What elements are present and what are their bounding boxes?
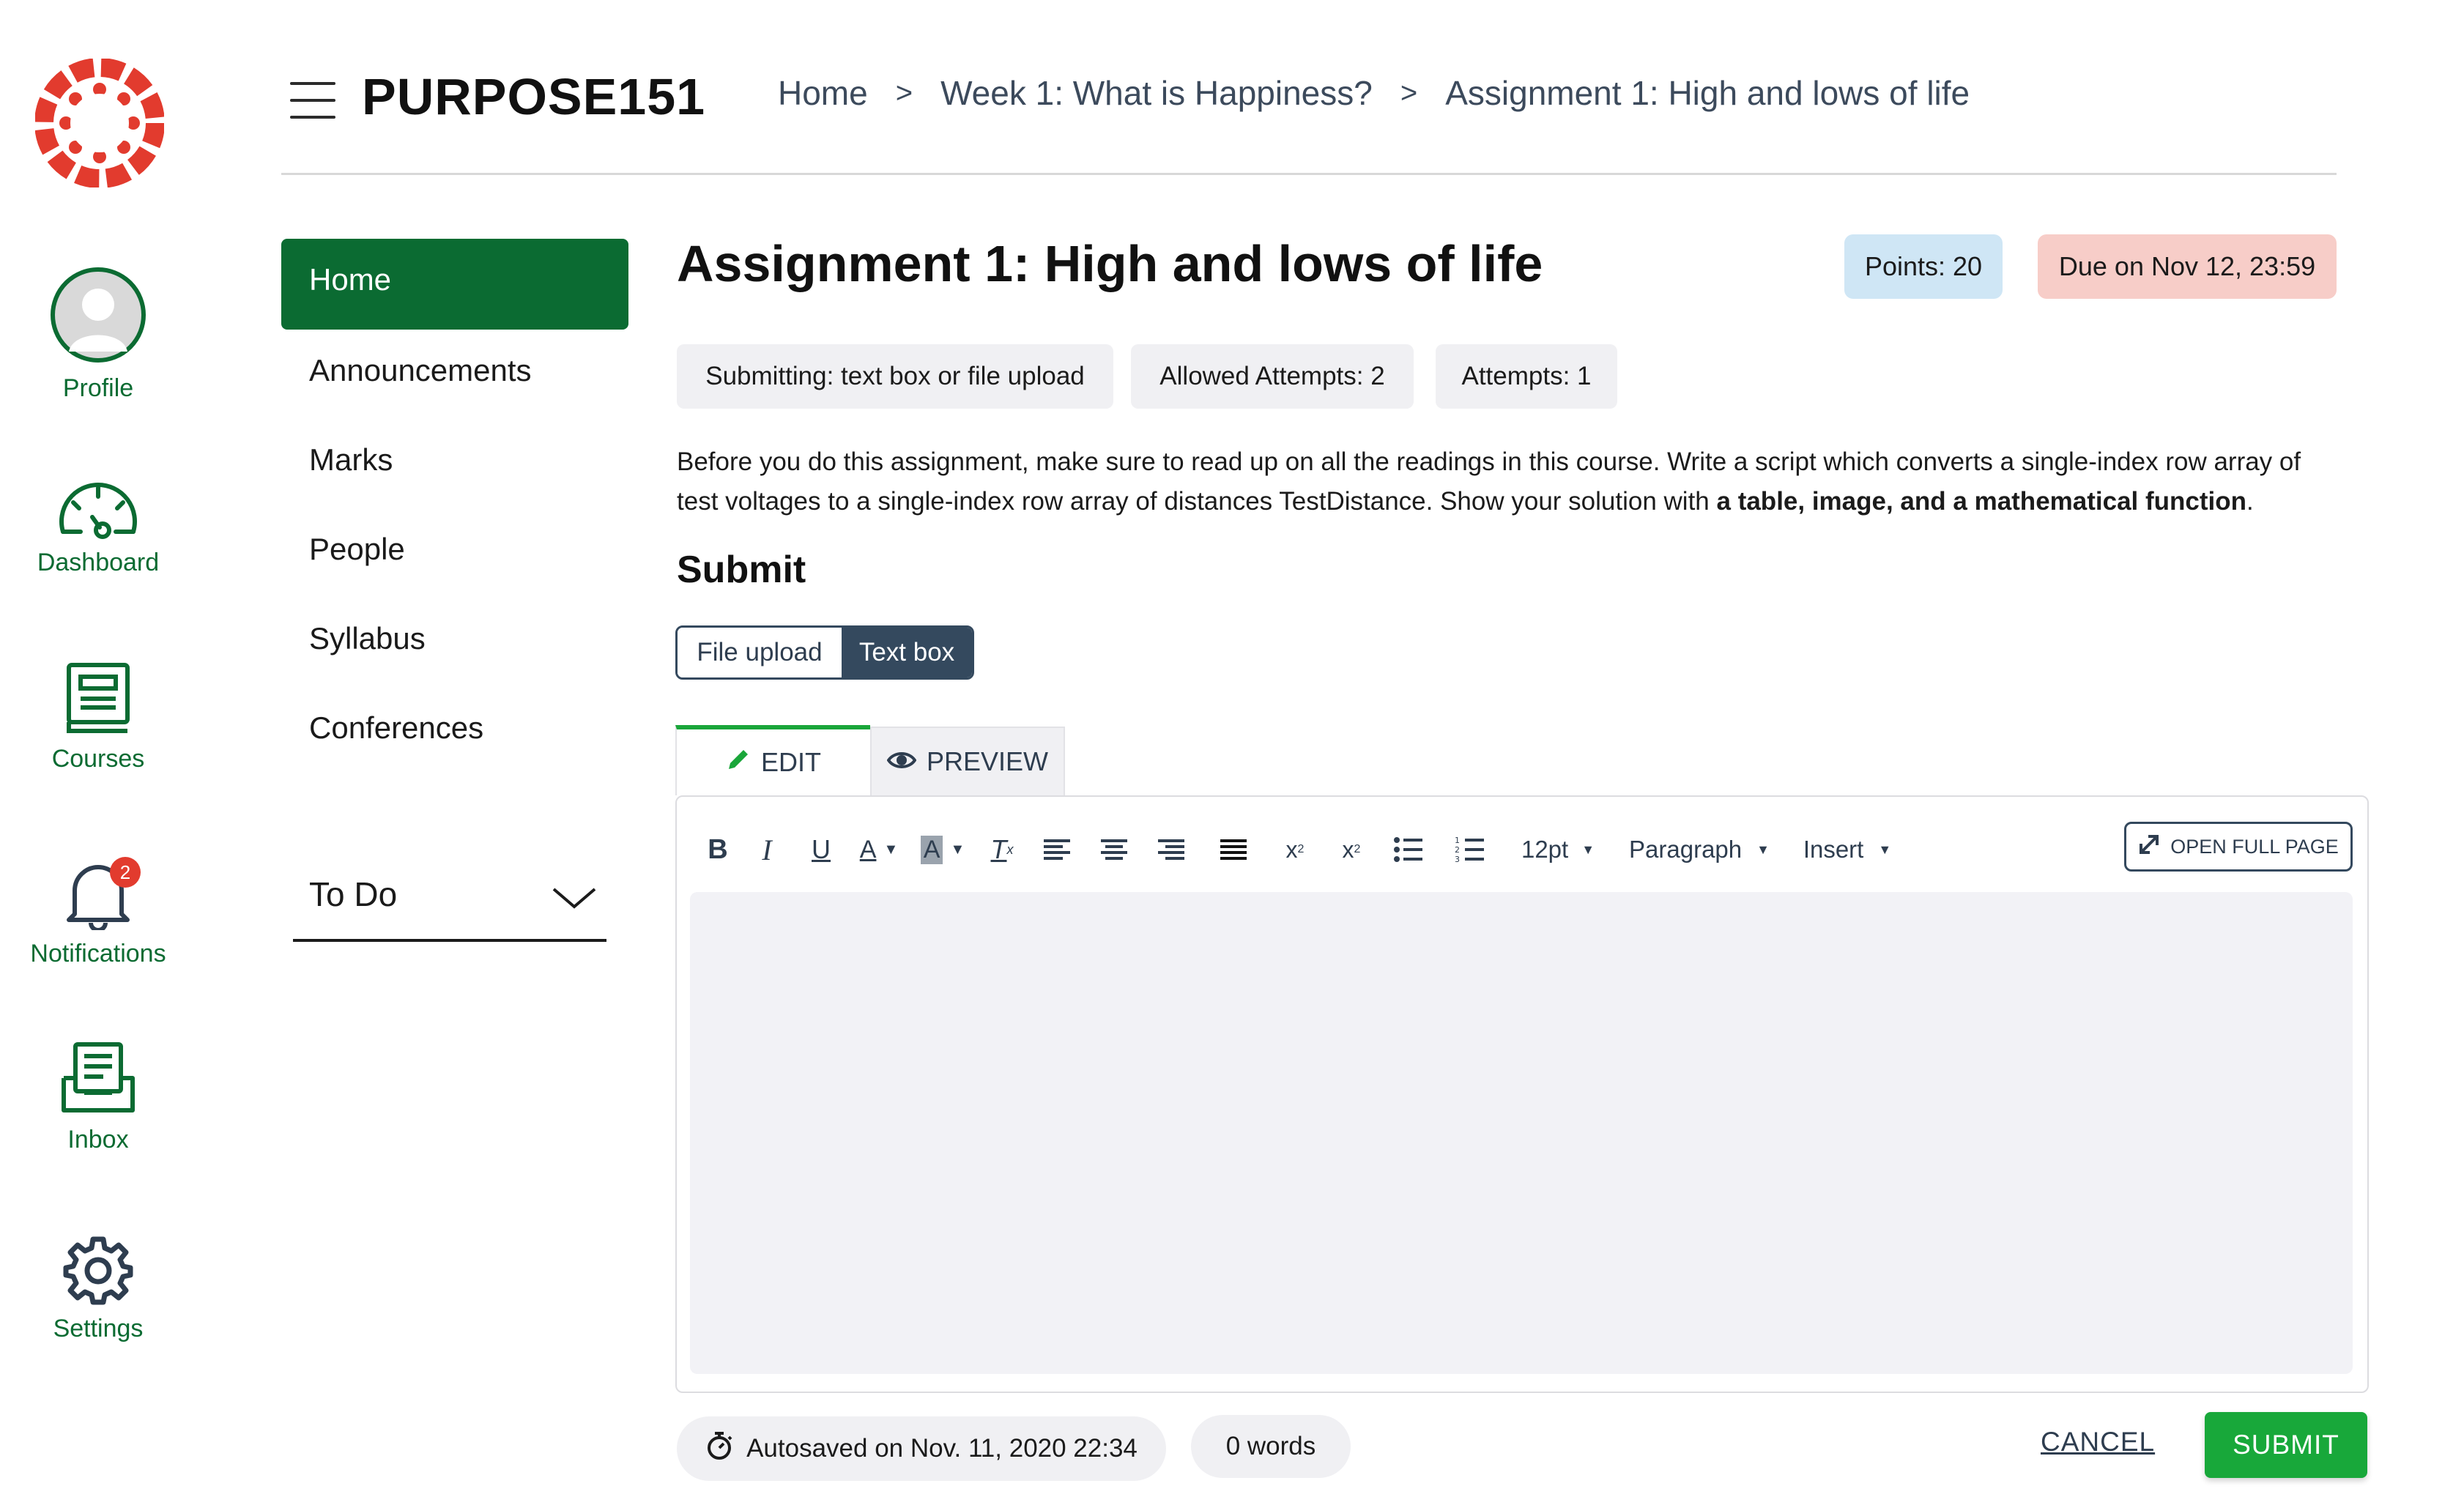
breadcrumb-separator: > (895, 76, 913, 109)
allowed-attempts-chip: Allowed Attempts: 2 (1131, 344, 1414, 409)
global-nav-label: Profile (62, 374, 134, 402)
assignment-description: Before you do this assignment, make sure… (677, 442, 2318, 521)
notification-count-badge: 2 (110, 857, 141, 888)
subscript-icon[interactable]: x2 (1323, 826, 1380, 873)
header-divider (281, 173, 2337, 175)
description-emphasis: a table, image, and a mathematical funct… (1716, 487, 2247, 516)
clear-formatting-icon[interactable]: Tx (976, 826, 1028, 873)
avatar-icon (0, 265, 196, 368)
font-size-value: 12pt (1521, 836, 1569, 863)
dashboard-gauge-icon (0, 476, 196, 543)
word-count: 0 words (1191, 1415, 1351, 1478)
editor-toolbar: B I U A ▼ A ▼ Tx x2 x2 123 12pt ▼ Paragraph… (696, 823, 2351, 876)
hamburger-menu-icon[interactable] (290, 82, 337, 119)
breadcrumb-home[interactable]: Home (778, 73, 868, 113)
book-icon (0, 662, 196, 739)
superscript-icon[interactable]: x2 (1267, 826, 1323, 873)
file-upload-option[interactable]: File upload (678, 628, 842, 677)
global-nav-label: Dashboard (37, 549, 160, 576)
course-nav-home[interactable]: Home (309, 262, 391, 297)
description-end: . (2246, 487, 2254, 516)
assignment-title: Assignment 1: High and lows of life (677, 235, 1543, 292)
course-nav-people[interactable]: People (309, 532, 405, 567)
bell-icon: 2 (0, 857, 196, 934)
course-nav-announcements[interactable]: Announcements (309, 353, 532, 388)
global-nav-label: Inbox (67, 1126, 129, 1154)
bullet-list-icon[interactable] (1380, 826, 1437, 873)
open-full-page-label: OPEN FULL PAGE (2170, 835, 2339, 858)
breadcrumb-assignment[interactable]: Assignment 1: High and lows of life (1445, 73, 1970, 113)
autosave-text: Autosaved on Nov. 11, 2020 22:34 (746, 1434, 1138, 1463)
global-nav-label: Settings (53, 1315, 144, 1342)
bold-icon[interactable]: B (696, 826, 740, 873)
attempts-chip: Attempts: 1 (1436, 344, 1617, 409)
align-left-icon[interactable] (1028, 826, 1086, 873)
insert-menu[interactable]: Insert ▼ (1786, 826, 1909, 873)
font-size-select[interactable]: 12pt ▼ (1503, 826, 1613, 873)
breadcrumb-week[interactable]: Week 1: What is Happiness? (940, 73, 1373, 113)
canvas-logo-icon[interactable] (34, 58, 165, 188)
stopwatch-icon (705, 1431, 746, 1467)
open-full-page-button[interactable]: OPEN FULL PAGE (2124, 822, 2353, 872)
gear-icon (0, 1235, 196, 1309)
pencil-icon (726, 747, 761, 779)
global-nav-inbox[interactable]: Inbox (0, 1040, 196, 1154)
todo-dropdown[interactable]: To Do (293, 869, 606, 942)
underline-icon[interactable]: U (794, 826, 848, 873)
global-nav-profile[interactable]: Profile (0, 265, 196, 403)
text-entry-area[interactable] (690, 892, 2353, 1374)
tab-edit[interactable]: EDIT (675, 725, 870, 795)
tab-edit-label: EDIT (760, 747, 821, 777)
block-format-value: Paragraph (1629, 836, 1743, 863)
course-title: PURPOSE151 (362, 68, 706, 125)
expand-icon (2138, 833, 2170, 861)
global-nav-notifications[interactable]: 2 Notifications (0, 857, 196, 968)
eye-icon (886, 746, 927, 777)
global-nav-label: Courses (51, 745, 145, 773)
justify-icon[interactable] (1200, 826, 1267, 873)
inbox-icon (0, 1040, 196, 1120)
global-nav-dashboard[interactable]: Dashboard (0, 476, 196, 577)
tab-preview-label: PREVIEW (926, 746, 1049, 776)
breadcrumb-separator: > (1400, 76, 1418, 109)
due-date-badge: Due on Nov 12, 23:59 (2038, 234, 2337, 299)
block-format-select[interactable]: Paragraph ▼ (1613, 826, 1786, 873)
italic-icon[interactable]: I (740, 826, 794, 873)
chevron-down-icon (551, 885, 598, 915)
course-nav-marks[interactable]: Marks (309, 442, 393, 478)
points-badge: Points: 20 (1844, 234, 2003, 299)
submission-type-chip: Submitting: text box or file upload (677, 344, 1113, 409)
align-center-icon[interactable] (1086, 826, 1143, 873)
submission-mode-toggle: File upload Text box (675, 625, 974, 680)
text-color-icon[interactable]: A ▼ (848, 826, 910, 873)
breadcrumb: Home > Week 1: What is Happiness? > Assi… (778, 73, 1970, 113)
global-nav-label: Notifications (30, 940, 166, 967)
text-box-option[interactable]: Text box (842, 628, 972, 677)
highlight-color-icon[interactable]: A ▼ (910, 826, 976, 873)
svg-text:2: 2 (1455, 845, 1460, 855)
global-nav-settings[interactable]: Settings (0, 1235, 196, 1343)
todo-label: To Do (309, 875, 398, 913)
tab-preview[interactable]: PREVIEW (870, 727, 1065, 795)
global-nav-courses[interactable]: Courses (0, 662, 196, 773)
cancel-button[interactable]: CANCEL (2041, 1427, 2155, 1457)
insert-label: Insert (1803, 836, 1864, 863)
svg-text:1: 1 (1455, 836, 1460, 845)
submit-heading: Submit (677, 549, 806, 591)
numbered-list-icon[interactable]: 123 (1437, 826, 1503, 873)
course-nav-syllabus[interactable]: Syllabus (309, 621, 426, 656)
align-right-icon[interactable] (1143, 826, 1200, 873)
autosave-status: Autosaved on Nov. 11, 2020 22:34 (677, 1416, 1166, 1481)
submit-button[interactable]: SUBMIT (2205, 1412, 2367, 1478)
course-nav-conferences[interactable]: Conferences (309, 710, 483, 746)
svg-text:3: 3 (1455, 855, 1460, 863)
